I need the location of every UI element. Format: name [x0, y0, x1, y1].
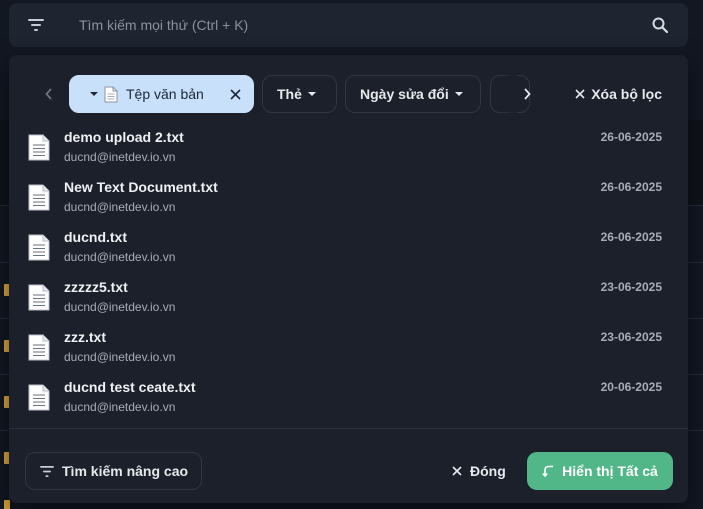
- result-date: 26-06-2025: [600, 130, 662, 144]
- text-file-icon: [28, 134, 50, 161]
- result-date: 20-06-2025: [600, 380, 662, 394]
- filter-icon: [40, 465, 54, 477]
- result-item[interactable]: ducnd test ceate.txt ducnd@inetdev.io.vn…: [9, 373, 688, 423]
- result-owner: ducnd@inetdev.io.vn: [64, 200, 176, 214]
- filter-chip-file-type[interactable]: Tệp văn bản: [69, 75, 254, 113]
- caret-down-icon: [454, 92, 463, 96]
- clear-filters-label: Xóa bộ lọc: [591, 86, 662, 102]
- text-file-icon: [28, 284, 50, 311]
- result-name: zzz.txt: [64, 329, 106, 345]
- result-owner: ducnd@inetdev.io.vn: [64, 350, 176, 364]
- search-icon: [652, 17, 668, 33]
- result-owner: ducnd@inetdev.io.vn: [64, 150, 176, 164]
- filter-chip-tags[interactable]: Thẻ: [262, 75, 337, 113]
- search-input[interactable]: [63, 3, 632, 47]
- caret-down-icon: [307, 92, 316, 96]
- advanced-search-button[interactable]: Tìm kiếm nâng cao: [25, 452, 202, 490]
- result-item[interactable]: New Text Document.txt ducnd@inetdev.io.v…: [9, 173, 688, 223]
- show-all-button[interactable]: Hiển thị Tất cả: [527, 452, 673, 490]
- result-item[interactable]: demo upload 2.txt ducnd@inetdev.io.vn 26…: [9, 123, 688, 173]
- search-button[interactable]: [632, 3, 688, 47]
- global-search-bar: [9, 3, 688, 47]
- result-name: ducnd.txt: [64, 229, 127, 245]
- result-owner: ducnd@inetdev.io.vn: [64, 250, 176, 264]
- result-owner: ducnd@inetdev.io.vn: [64, 400, 176, 414]
- result-name: demo upload 2.txt: [64, 129, 184, 145]
- remove-filter-button[interactable]: [227, 86, 243, 102]
- show-all-label: Hiển thị Tất cả: [562, 463, 658, 479]
- filter-chip-label: Thẻ: [277, 86, 302, 102]
- search-results-panel: Tệp văn bản Thẻ Ngày sửa đổi Xóa bộ lọc …: [9, 55, 688, 503]
- filter-toggle-button[interactable]: [9, 3, 63, 47]
- text-file-icon: [28, 334, 50, 361]
- filter-chip-label: Tệp văn bản: [126, 86, 204, 102]
- chevron-left-icon: [45, 88, 52, 100]
- result-item[interactable]: ducnd.txt ducnd@inetdev.io.vn 26-06-2025: [9, 223, 688, 273]
- filter-icon: [28, 19, 44, 31]
- text-file-icon: [28, 384, 50, 411]
- result-date: 23-06-2025: [600, 330, 662, 344]
- result-date: 26-06-2025: [600, 230, 662, 244]
- text-file-icon: [28, 184, 50, 211]
- folder-icon: [4, 500, 10, 509]
- caret-down-icon: [90, 92, 98, 96]
- clear-filters-button[interactable]: Xóa bộ lọc: [575, 75, 662, 113]
- text-file-icon: [28, 234, 50, 261]
- advanced-search-label: Tìm kiếm nâng cao: [62, 463, 189, 479]
- result-date: 26-06-2025: [600, 180, 662, 194]
- result-item[interactable]: zzz.txt ducnd@inetdev.io.vn 23-06-2025: [9, 323, 688, 373]
- close-icon: [575, 89, 585, 99]
- filter-chip-label: Ngày sửa đổi: [360, 86, 449, 102]
- result-date: 23-06-2025: [600, 280, 662, 294]
- footer-divider: [9, 428, 688, 429]
- chevron-right-icon: [524, 88, 531, 100]
- filter-chips-row: Tệp văn bản Thẻ Ngày sửa đổi Xóa bộ lọc: [9, 75, 688, 113]
- text-file-icon: [104, 86, 118, 102]
- result-owner: ducnd@inetdev.io.vn: [64, 300, 176, 314]
- filter-chip-modified-date[interactable]: Ngày sửa đổi: [345, 75, 481, 113]
- close-icon: [229, 88, 241, 100]
- result-name: zzzzz5.txt: [64, 279, 128, 295]
- result-item[interactable]: zzzzz5.txt ducnd@inetdev.io.vn 23-06-202…: [9, 273, 688, 323]
- close-button[interactable]: Đóng: [452, 452, 506, 490]
- results-list: demo upload 2.txt ducnd@inetdev.io.vn 26…: [9, 123, 688, 423]
- chips-scroll-right-button[interactable]: [512, 75, 542, 113]
- chips-scroll-left-button[interactable]: [34, 75, 64, 113]
- close-label: Đóng: [470, 463, 506, 479]
- result-name: ducnd test ceate.txt: [64, 379, 196, 395]
- close-icon: [452, 466, 462, 476]
- result-name: New Text Document.txt: [64, 179, 218, 195]
- undo-arrow-icon: [542, 465, 554, 477]
